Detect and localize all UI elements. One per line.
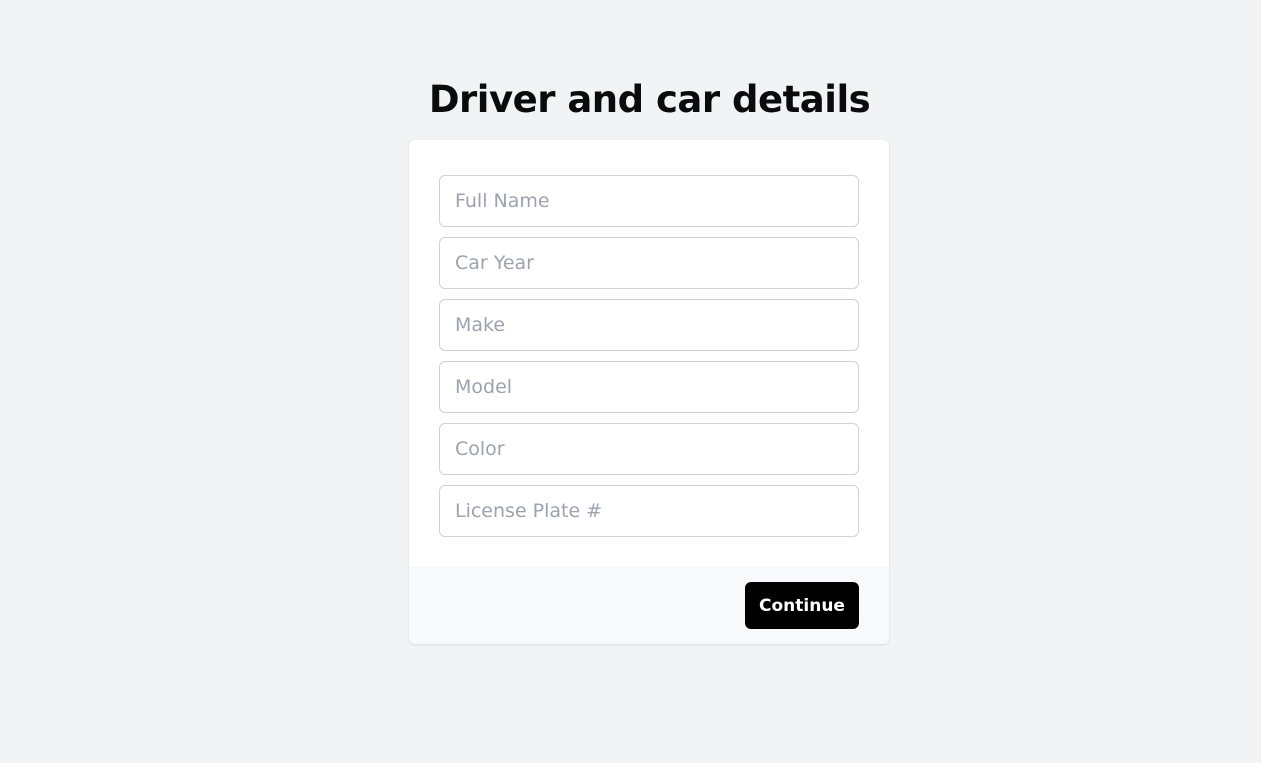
full-name-input[interactable] bbox=[439, 175, 859, 227]
car-year-input[interactable] bbox=[439, 237, 859, 289]
license-plate-input[interactable] bbox=[439, 485, 859, 537]
form-fields bbox=[409, 140, 889, 537]
model-input[interactable] bbox=[439, 361, 859, 413]
color-input[interactable] bbox=[439, 423, 859, 475]
page-title: Driver and car details bbox=[428, 78, 871, 121]
form-footer: Continue bbox=[409, 567, 889, 644]
continue-button[interactable]: Continue bbox=[745, 582, 859, 629]
details-form-card: Continue bbox=[409, 140, 889, 644]
make-input[interactable] bbox=[439, 299, 859, 351]
